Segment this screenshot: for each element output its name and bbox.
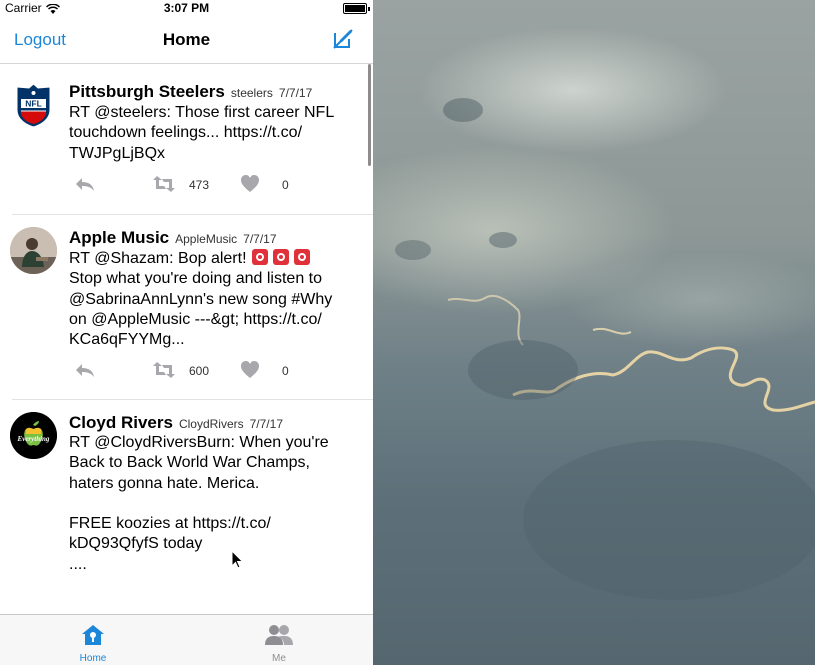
people-icon	[264, 623, 294, 647]
tweet-author-line: Pittsburgh Steelers steelers 7/7/17	[69, 82, 312, 102]
home-icon	[81, 623, 105, 647]
tweet-text: RT @Shazam: Bop alert! Stop what you're …	[69, 248, 361, 350]
tweet-date: 7/7/17	[249, 417, 283, 431]
tab-home[interactable]: Home	[0, 615, 186, 665]
tweet-author-line: Cloyd Rivers CloydRivers 7/7/17	[69, 413, 283, 433]
tweet-author-line: Apple Music AppleMusic 7/7/17	[69, 228, 277, 248]
retweet-icon[interactable]	[152, 360, 176, 385]
author-handle[interactable]: CloydRivers	[179, 417, 244, 431]
battery-icon	[343, 3, 370, 14]
everything-logo-text: Everything	[17, 435, 50, 443]
tweet-date: 7/7/17	[243, 232, 277, 246]
tweet-actions: 600 0	[0, 360, 373, 384]
tab-home-label: Home	[79, 653, 107, 664]
tweet-actions: 473 0	[0, 174, 373, 198]
like-count: 0	[282, 178, 289, 192]
twitter-app-window: Carrier 3:07 PM Logout Home NFL Pittsbur…	[0, 0, 373, 665]
everything-apple-logo-avatar[interactable]: Everything	[10, 412, 57, 459]
like-count: 0	[282, 364, 289, 378]
timeline-feed[interactable]: NFL Pittsburgh Steelers steelers 7/7/17 RT…	[0, 64, 373, 614]
tweet-text-rest: Stop what you're doing and listen to @Sa…	[69, 270, 333, 349]
person-photo-avatar[interactable]	[10, 227, 57, 274]
desktop-wallpaper	[373, 0, 815, 665]
svg-text:NFL: NFL	[25, 99, 42, 109]
author-name[interactable]: Apple Music	[69, 228, 169, 247]
retweet-count: 600	[189, 364, 210, 378]
tweet-text: RT @steelers: Those first career NFL tou…	[69, 104, 335, 162]
reply-icon[interactable]	[74, 360, 96, 385]
siren-emoji-icon	[251, 249, 311, 267]
reply-icon[interactable]	[74, 174, 96, 199]
author-name[interactable]: Pittsburgh Steelers	[69, 82, 225, 101]
tab-me-label: Me	[272, 653, 286, 664]
retweet-icon[interactable]	[152, 174, 176, 199]
like-icon[interactable]	[240, 174, 260, 199]
mouse-cursor-icon	[231, 549, 244, 575]
author-handle[interactable]: AppleMusic	[175, 232, 237, 246]
author-handle[interactable]: steelers	[231, 86, 273, 100]
like-icon[interactable]	[240, 360, 260, 385]
nfl-logo-avatar[interactable]: NFL	[10, 82, 57, 129]
page-title: Home	[162, 30, 211, 49]
scroll-indicator[interactable]	[368, 64, 371, 166]
tab-bar: Home Me	[0, 614, 373, 665]
tweet-text: RT @CloydRiversBurn: When you're Back to…	[69, 434, 329, 573]
tweet-date: 7/7/17	[278, 86, 313, 100]
navigation-bar: Logout Home	[0, 20, 373, 64]
tweet-cell[interactable]: Apple Music AppleMusic 7/7/17 RT @Shazam: …	[0, 215, 373, 400]
retweet-count: 473	[189, 178, 210, 192]
status-time: 3:07 PM	[163, 1, 210, 15]
status-bar: Carrier 3:07 PM	[0, 0, 373, 20]
tab-me[interactable]: Me	[186, 615, 372, 665]
author-name[interactable]: Cloyd Rivers	[69, 413, 173, 432]
tweet-cell[interactable]: Everything Cloyd Rivers CloydRivers 7/7/17…	[0, 400, 373, 614]
tweet-cell[interactable]: NFL Pittsburgh Steelers steelers 7/7/17 RT…	[0, 64, 373, 215]
river-landscape-image	[395, 98, 815, 600]
compose-icon[interactable]	[332, 28, 354, 55]
tweet-text-line1: RT @Shazam: Bop alert!	[69, 250, 247, 267]
